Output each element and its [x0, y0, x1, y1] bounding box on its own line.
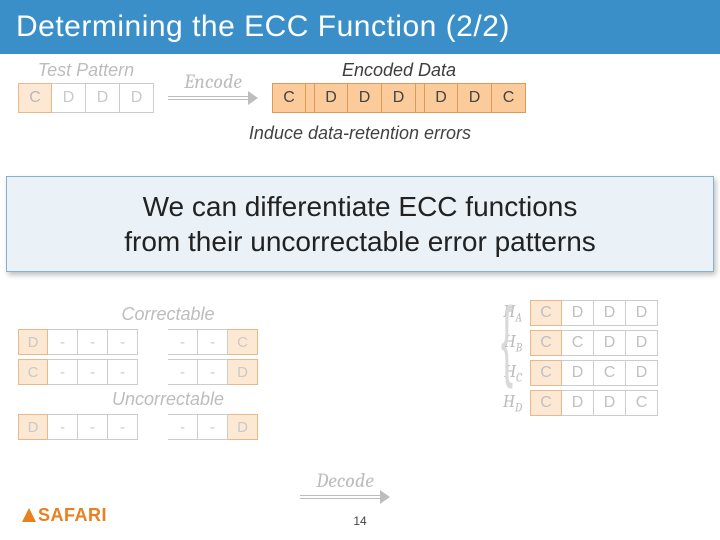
- pc-cell: D: [18, 329, 48, 355]
- overlay-line-2: from their uncorrectable error patterns: [17, 224, 703, 259]
- hc: D: [594, 330, 626, 356]
- hc: C: [626, 390, 658, 416]
- pc-cell: -: [108, 329, 138, 355]
- test-pattern-row: C D D D: [18, 83, 154, 113]
- enc-cell: D: [382, 83, 416, 113]
- overlay-line-1: We can differentiate ECC functions: [17, 189, 703, 224]
- right-hypotheses: { HA C D D D HB C C D D: [452, 300, 702, 444]
- pc-cell: D: [18, 414, 48, 440]
- correctable-row: C - - - . - - D: [18, 359, 318, 385]
- hc: D: [626, 300, 658, 326]
- pc-cell: D: [228, 414, 258, 440]
- correctable-row: D - - - . - - C: [18, 329, 318, 355]
- enc-cell: C: [492, 83, 526, 113]
- enc-cell: D: [424, 83, 458, 113]
- h-row: HB C C D D: [492, 330, 702, 356]
- enc-cell: D: [348, 83, 382, 113]
- highlight-overlay: We can differentiate ECC functions from …: [6, 176, 714, 272]
- hc: C: [530, 330, 562, 356]
- test-pattern-label: Test Pattern: [18, 60, 154, 81]
- hc: C: [594, 360, 626, 386]
- connector: [416, 83, 424, 113]
- pc-cell: -: [48, 329, 78, 355]
- hc: D: [626, 360, 658, 386]
- pc-cell: -: [78, 359, 108, 385]
- hc: D: [594, 390, 626, 416]
- hc: D: [594, 300, 626, 326]
- pc-cell: -: [168, 414, 198, 440]
- pc-cell: -: [168, 359, 198, 385]
- pc-cell: -: [78, 414, 108, 440]
- encoded-row: C D D D D D C: [272, 83, 526, 113]
- tp-cell: D: [86, 83, 120, 113]
- pc-cell: -: [108, 414, 138, 440]
- hc: D: [562, 300, 594, 326]
- h-row: HD C D D C: [492, 390, 702, 416]
- encode-text: Encode: [168, 70, 258, 93]
- pc-cell: C: [228, 329, 258, 355]
- pc-cell: -: [198, 414, 228, 440]
- slide-content: Test Pattern C D D D Encode Encoded Data…: [0, 54, 720, 144]
- induce-errors-text: Induce data-retention errors: [18, 123, 702, 144]
- hc: C: [530, 390, 562, 416]
- pc-cell: -: [108, 359, 138, 385]
- encode-flow: Test Pattern C D D D Encode Encoded Data…: [18, 60, 702, 113]
- h-row: HC C D C D: [492, 360, 702, 386]
- enc-cell: D: [314, 83, 348, 113]
- test-pattern-block: Test Pattern C D D D: [18, 60, 154, 113]
- h-label: HD: [492, 391, 522, 415]
- hc: C: [562, 330, 594, 356]
- decode-arrow: Decode: [300, 469, 390, 502]
- pc-cell: -: [48, 414, 78, 440]
- encode-arrow: Encode: [168, 70, 258, 103]
- decode-text: Decode: [300, 469, 390, 492]
- hc: C: [530, 300, 562, 326]
- h-row: HA C D D D: [492, 300, 702, 326]
- pc-cell: -: [48, 359, 78, 385]
- pc-cell: -: [78, 329, 108, 355]
- tp-cell: D: [120, 83, 154, 113]
- hc: D: [626, 330, 658, 356]
- encoded-data-label: Encoded Data: [272, 60, 526, 81]
- connector: [306, 83, 314, 113]
- brace-icon: {: [501, 300, 513, 381]
- hc: D: [562, 360, 594, 386]
- enc-cell: C: [272, 83, 306, 113]
- lower-area: Correctable D - - - . - - C C - - - . - …: [18, 300, 702, 444]
- tp-cell: C: [18, 83, 52, 113]
- left-examples: Correctable D - - - . - - C C - - - . - …: [18, 300, 318, 444]
- pc-cell: -: [168, 329, 198, 355]
- h-grid: HA C D D D HB C C D D HC: [492, 300, 702, 416]
- correctable-label: Correctable: [18, 304, 318, 325]
- enc-cell: D: [458, 83, 492, 113]
- hc: D: [562, 390, 594, 416]
- arrow-icon: [168, 93, 258, 103]
- page-title: Determining the ECC Function (2/2): [0, 0, 720, 54]
- pc-cell: -: [198, 359, 228, 385]
- uncorrectable-row: D - - - . - - D: [18, 414, 318, 440]
- page-number: 14: [0, 514, 720, 528]
- pc-cell: D: [228, 359, 258, 385]
- pc-cell: -: [198, 329, 228, 355]
- hc: C: [530, 360, 562, 386]
- tp-cell: D: [52, 83, 86, 113]
- uncorrectable-label: Uncorrectable: [18, 389, 318, 410]
- pc-cell: C: [18, 359, 48, 385]
- encoded-data-block: Encoded Data C D D D D D C: [272, 60, 526, 113]
- arrow-icon: [300, 492, 390, 502]
